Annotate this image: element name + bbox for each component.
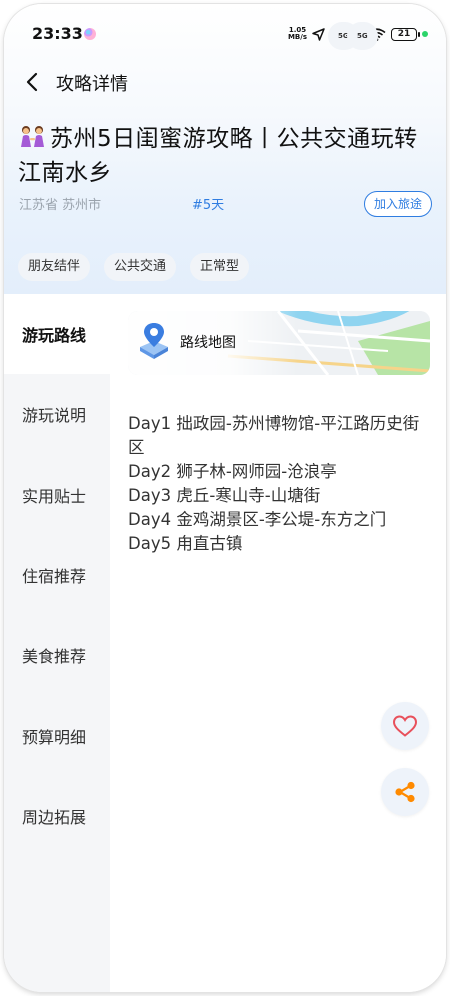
heart-icon: [392, 715, 418, 737]
two-women-emoji-icon: [21, 126, 44, 147]
battery-icon: 21: [391, 27, 420, 41]
back-button[interactable]: [18, 68, 46, 96]
route-content: 路线地图 Day1 拙政园-苏州博物馆-平江路历史街区 Day2 狮子林-网师园…: [110, 294, 446, 992]
tag-chip: 正常型: [190, 253, 250, 281]
guide-tags: 朋友结伴 公共交通 正常型: [18, 253, 250, 281]
net-speed: 1.05 MB/s: [288, 27, 307, 41]
itinerary-day: Day1 拙政园-苏州博物馆-平江路历史街区: [128, 414, 420, 457]
assistant-icon: [84, 28, 96, 40]
top-nav: 攻略详情: [4, 62, 446, 104]
page-title: 攻略详情: [56, 74, 128, 95]
sidebar-item-tips[interactable]: 实用贴士: [4, 455, 110, 535]
privacy-indicator-dot: [422, 31, 428, 37]
tag-chip: 朋友结伴: [18, 253, 91, 281]
section-sidebar: 游玩路线 游玩说明 实用贴士 住宿推荐 美食推荐 预算明细 周边拓展: [4, 294, 110, 992]
location-arrow-icon: [312, 27, 325, 41]
guide-title-text: 苏州5日闺蜜游攻略丨公共交通玩转江南水乡: [18, 126, 418, 186]
sidebar-item-route[interactable]: 游玩路线: [4, 294, 110, 374]
like-button[interactable]: [381, 702, 429, 750]
add-to-trip-button[interactable]: 加入旅途: [364, 191, 432, 217]
itinerary-day: Day3 虎丘-寒山寺-山塘街: [128, 486, 321, 505]
phone-screen: 23:33 1.05 MB/s 5G 5G 21 攻略详情 苏州5日闺蜜游攻略丨…: [4, 4, 446, 992]
sidebar-item-instructions[interactable]: 游玩说明: [4, 374, 110, 454]
duration-tag[interactable]: #5天: [192, 194, 224, 213]
itinerary-day: Day2 狮子林-网师园-沧浪亭: [128, 462, 337, 481]
share-icon: [395, 781, 415, 803]
status-icons: 1.05 MB/s 5G 5G 21: [288, 21, 428, 50]
map-pin-icon: [140, 323, 168, 359]
sidebar-item-budget[interactable]: 预算明细: [4, 696, 110, 776]
itinerary-list: Day1 拙政园-苏州博物馆-平江路历史街区 Day2 狮子林-网师园-沧浪亭 …: [128, 412, 428, 556]
route-map-card[interactable]: 路线地图: [128, 311, 430, 375]
status-time: 23:33: [32, 24, 83, 43]
sidebar-item-lodging[interactable]: 住宿推荐: [4, 535, 110, 615]
sidebar-item-nearby[interactable]: 周边拓展: [4, 776, 110, 856]
chevron-left-icon: [26, 72, 38, 92]
sidebar-item-food[interactable]: 美食推荐: [4, 615, 110, 695]
tag-chip: 公共交通: [104, 253, 177, 281]
signal-icon-2: 5G: [347, 21, 378, 50]
signal-2-label: 5G: [347, 21, 378, 50]
status-bar: 23:33 1.05 MB/s 5G 5G 21: [4, 4, 446, 58]
share-button[interactable]: [381, 768, 429, 816]
itinerary-day: Day4 金鸡湖景区-李公堤-东方之门: [128, 510, 387, 529]
route-map-label: 路线地图: [180, 335, 236, 351]
signal-icon-1: 5G: [328, 21, 359, 50]
guide-title: 苏州5日闺蜜游攻略丨公共交通玩转江南水乡: [18, 122, 428, 190]
itinerary-day: Day5 甪直古镇: [128, 534, 243, 553]
location-text: 江苏省 苏州市: [19, 198, 102, 213]
net-speed-unit: MB/s: [287, 33, 307, 41]
